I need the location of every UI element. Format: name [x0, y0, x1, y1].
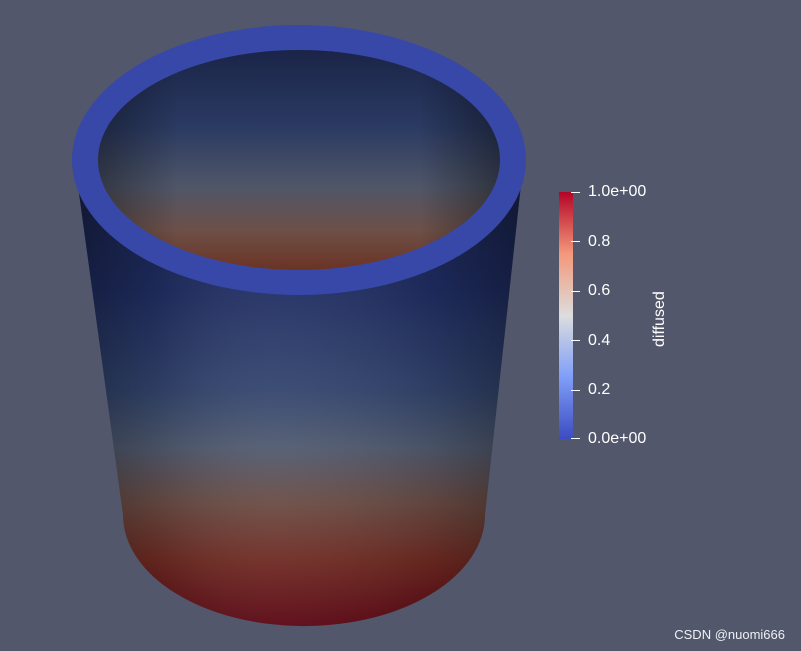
legend-tick-label: 0.4: [588, 332, 611, 349]
3d-scene: [72, 25, 580, 627]
watermark: CSDN @nuomi666: [674, 627, 785, 642]
color-legend-bar: [559, 192, 573, 439]
legend-min-label: 0.0e+00: [588, 430, 647, 447]
render-viewport[interactable]: 1.0e+00 0.8 0.6 0.4 0.2 0.0e+00 diffused…: [0, 0, 801, 651]
legend-tick-label: 0.6: [588, 282, 611, 299]
legend-tick-label: 0.8: [588, 233, 611, 250]
legend-title: diffused: [651, 291, 668, 347]
legend-max-label: 1.0e+00: [588, 183, 647, 200]
legend-tick-label: 0.2: [588, 381, 611, 398]
cylinder-inner-wall: [98, 50, 500, 270]
